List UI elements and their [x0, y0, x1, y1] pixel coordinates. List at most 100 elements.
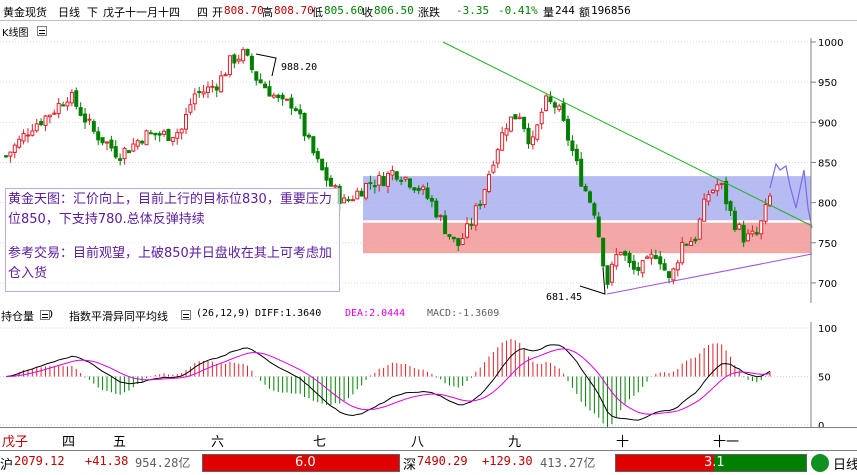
- sz-ratio-fall: [714, 455, 806, 471]
- note-trade: 参考交易：目前观望，上破850并日盘收在其上可考虑加仓入货: [8, 246, 332, 281]
- diff-line: [5, 344, 771, 421]
- macd-axis-labels: 050100: [818, 324, 837, 427]
- change-pct-value: -0.41%: [498, 4, 538, 17]
- candle-body: [605, 265, 610, 285]
- candle-body: [412, 187, 417, 191]
- candle-body: [526, 127, 531, 145]
- chart-menu-icon[interactable]: [37, 26, 47, 36]
- status-indicator-icon[interactable]: [811, 454, 829, 472]
- indicator-menu-icon[interactable]: [40, 310, 50, 320]
- candle-body: [662, 263, 667, 271]
- period-switch[interactable]: 日线: [833, 454, 857, 473]
- month-label: 四: [62, 435, 76, 450]
- candle-body: [667, 271, 672, 279]
- candle-body: [74, 90, 79, 107]
- candle-body: [623, 251, 628, 256]
- sz-label: 深: [403, 458, 417, 473]
- candle-body: [574, 148, 579, 162]
- candle-body: [39, 121, 44, 126]
- candle-body: [153, 132, 158, 136]
- candle-body: [579, 158, 584, 187]
- candle-body: [140, 140, 145, 144]
- candle-body: [675, 262, 680, 271]
- note-analysis: 黄金天图：汇价向上，目前上行的目标位830，重要压力位850，下支持780.总体…: [8, 192, 332, 227]
- chart-title-bar: K线图: [0, 22, 857, 39]
- candle-body: [210, 85, 215, 88]
- candle-body: [359, 190, 364, 197]
- candle-body: [429, 197, 434, 202]
- sz-ratio-bar: 3.1: [615, 454, 807, 472]
- low-label: 低: [312, 6, 323, 19]
- candle-body: [201, 91, 206, 95]
- candle-body: [403, 176, 408, 180]
- candle-body: [100, 137, 105, 144]
- candle-body: [65, 101, 70, 107]
- candle-body: [271, 94, 276, 98]
- month-axis: 戊子 四 五 六 七 八 九 十 十一: [0, 427, 857, 450]
- candle-body: [249, 55, 254, 71]
- candle-body: [30, 130, 35, 136]
- candle-body: [583, 185, 588, 192]
- sh-ratio: 6.0: [295, 455, 316, 470]
- direction-label: 下: [87, 6, 98, 19]
- quote-header: 黄金现货 日线 下 戊子十一月十四 四 开 808.70 高 808.70 低 …: [0, 0, 857, 21]
- candle-body: [170, 137, 175, 142]
- candle-body: [491, 164, 496, 173]
- candle-body: [456, 237, 461, 246]
- candle-body: [184, 114, 189, 130]
- month-label: 戊子: [2, 435, 29, 450]
- candle-body: [179, 128, 184, 134]
- candle-body: [315, 151, 320, 160]
- candle-body: [285, 98, 290, 101]
- candle-body: [741, 224, 746, 243]
- macd-diff: DIFF:1.3640: [255, 308, 322, 319]
- candle-body: [592, 203, 597, 216]
- candle-body: [372, 185, 377, 188]
- high-marker-line: [255, 53, 277, 77]
- candle-body: [386, 172, 390, 187]
- high-value: 808.70: [274, 4, 314, 17]
- macd-menu-icon[interactable]: [181, 310, 191, 320]
- candle-body: [653, 255, 658, 259]
- sh-amount: 954.28亿: [135, 456, 191, 470]
- candle-body: [162, 130, 167, 135]
- candle-body: [732, 210, 737, 230]
- candle-body: [539, 111, 544, 125]
- candle-body: [702, 198, 707, 222]
- candle-body: [245, 48, 250, 56]
- candle-body: [399, 179, 404, 182]
- macd-chart[interactable]: 050100: [0, 322, 857, 427]
- price-tick-label: 750: [818, 239, 837, 250]
- candle-body: [544, 95, 549, 111]
- candle-body: [746, 233, 751, 242]
- candle-body: [214, 86, 219, 91]
- macd-params: (26,12,9): [196, 308, 251, 319]
- candle-body: [504, 128, 509, 136]
- candle-body: [12, 144, 17, 154]
- candle-body: [473, 205, 478, 226]
- candle-body: [47, 114, 52, 118]
- sh-index: 2079.12: [14, 454, 65, 468]
- candle-body: [113, 146, 118, 158]
- candle-body: [649, 253, 654, 259]
- instrument-name: 黄金现货: [3, 6, 47, 19]
- month-label: 十一: [713, 435, 740, 450]
- candle-body: [627, 252, 632, 264]
- candle-body: [311, 136, 316, 154]
- candle-body: [438, 215, 443, 218]
- sz-change: +129.30: [482, 454, 533, 468]
- open-value: 808.70: [224, 4, 264, 17]
- candle-body: [750, 230, 755, 235]
- candle-body: [21, 132, 26, 142]
- low-marker-line: [579, 267, 606, 295]
- candle-body: [759, 220, 764, 235]
- candle-body: [258, 79, 263, 84]
- price-tick-label: 1000: [818, 38, 843, 49]
- candle-body: [223, 74, 228, 77]
- candle-body: [434, 200, 439, 218]
- candle-body: [407, 178, 412, 188]
- candle-body: [763, 204, 768, 222]
- candle-body: [596, 216, 601, 238]
- candle-body: [377, 175, 382, 186]
- candle-body: [522, 116, 527, 130]
